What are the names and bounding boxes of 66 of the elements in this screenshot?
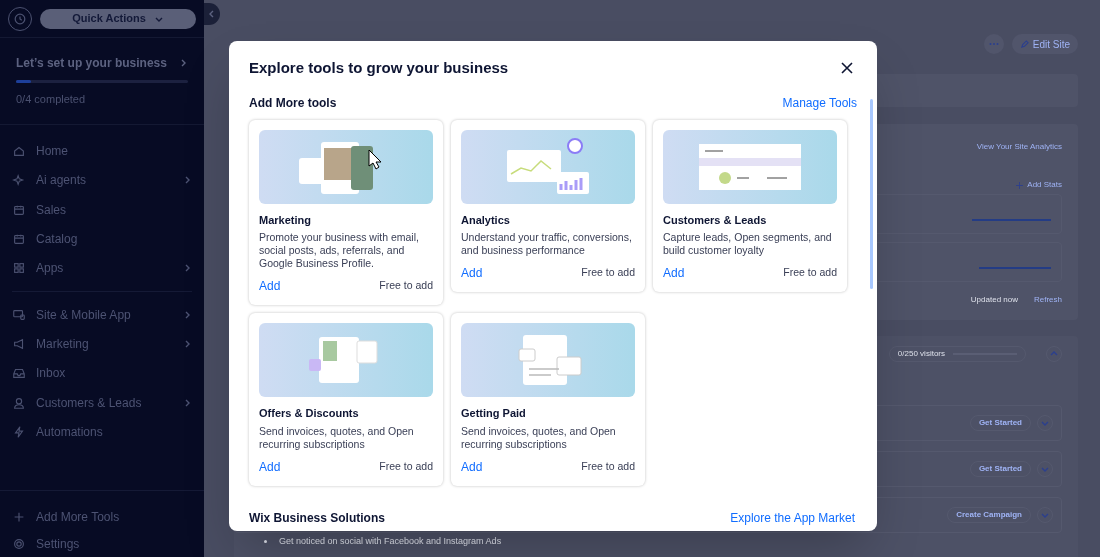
nav-item[interactable]: Catalog	[0, 224, 204, 254]
history-icon	[13, 11, 27, 26]
refresh-link[interactable]: Refresh	[1034, 294, 1062, 306]
add-stats-link[interactable]: Add Stats	[1016, 179, 1062, 191]
section-title: Add More tools	[249, 94, 337, 112]
nav-item[interactable]: Customers & Leads	[0, 387, 204, 418]
card-title: Marketing	[259, 212, 312, 228]
app-market-link[interactable]: Explore the App Market	[730, 509, 855, 527]
more-button[interactable]	[983, 34, 1004, 54]
nav-item[interactable]: Marketing	[0, 329, 204, 359]
nav-item[interactable]: Sales	[0, 195, 204, 225]
nav-item[interactable]: Home	[0, 136, 204, 166]
manage-tools-link[interactable]: Manage Tools	[782, 93, 857, 112]
coupon-drawing	[309, 337, 378, 383]
progress-status: 0/4 completed	[16, 92, 87, 107]
card-title: Analytics	[461, 212, 511, 228]
nav-item[interactable]: Apps	[0, 253, 204, 283]
price-label: Free to add	[379, 278, 433, 294]
close-icon	[841, 62, 853, 75]
modal-title: Explore tools to grow your business	[249, 58, 509, 78]
nav-item[interactable]: Add More Tools	[0, 503, 204, 530]
task-description: Get noticed on social with Facebook and Instagram Ads	[279, 535, 502, 548]
invoice-drawing	[518, 335, 582, 385]
price-label: Free to add	[379, 458, 433, 474]
card-description: Understand your traffic, conversions, and business performance	[461, 231, 633, 257]
nav-item[interactable]: Site & Mobile App	[0, 300, 204, 330]
card-description: Capture leads, Open segments, and build customer loyalty	[663, 231, 833, 257]
bullet-icon	[264, 540, 267, 544]
nav-item[interactable]: Settings	[0, 530, 204, 557]
calendar-icon	[12, 232, 26, 247]
add-link[interactable]: Add	[259, 277, 281, 295]
price-label: Free to add	[581, 458, 635, 474]
pencil-icon	[1019, 39, 1029, 49]
card-title: Offers & Discounts	[259, 406, 360, 421]
home-icon	[12, 144, 26, 159]
add-link[interactable]: Add	[259, 457, 281, 476]
sparkline-drawing	[979, 267, 1051, 269]
devices-icon	[12, 307, 26, 322]
card-description: Send invoices, quotes, and Open recurring subscriptions	[461, 424, 617, 451]
add-link[interactable]: Add	[461, 457, 483, 476]
updated-label: Updated now	[970, 294, 1018, 306]
nav-item[interactable]: Ai agents	[0, 165, 204, 196]
analytics-link[interactable]: View Your Site Analytics	[976, 141, 1062, 153]
plus-icon	[1016, 181, 1024, 189]
add-link[interactable]: Add	[663, 264, 685, 282]
nav-item[interactable]: Automations	[0, 417, 204, 447]
price-label: Free to add	[783, 265, 837, 281]
section-title: Wix Business Solutions	[249, 510, 385, 527]
card-title: Customers & Leads	[663, 212, 768, 228]
sparkle-icon	[12, 173, 26, 188]
card-description: Promote your business with email, social posts, ads, referrals, and Google Business Profile.	[259, 231, 420, 270]
person-icon	[12, 395, 26, 410]
collapse-button[interactable]	[204, 3, 220, 25]
card-description: Send invoices, quotes, and Open recurring subscriptions	[259, 424, 415, 451]
inbox-icon	[12, 366, 26, 381]
nav-item[interactable]: Inbox	[0, 358, 204, 388]
quick-actions-button[interactable]: Quick Actions	[40, 8, 196, 29]
megaphone-icon	[12, 336, 26, 351]
edit-site-button[interactable]: Edit Site	[1011, 34, 1078, 54]
setup-link[interactable]: Let’s set up your business	[16, 54, 188, 72]
grid-icon	[12, 261, 26, 276]
settings-icon	[12, 536, 26, 551]
card-title: Getting Paid	[461, 406, 527, 421]
add-link[interactable]: Add	[461, 264, 483, 282]
lightning-icon	[12, 424, 26, 439]
price-label: Free to add	[581, 265, 635, 281]
